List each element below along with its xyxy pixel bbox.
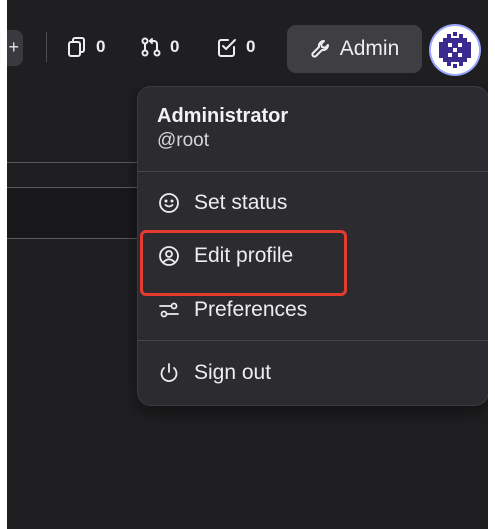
create-new-button[interactable]: + [7,30,23,66]
todos-count: 0 [246,37,256,56]
power-icon [160,363,178,382]
user-dropdown-menu: Administrator @root Set status Edit prof… [137,86,488,406]
user-display-name: Administrator [157,105,289,127]
user-username: @root [157,130,210,151]
user-circle-icon [159,246,179,266]
top-header: + 0 0 0 Admin [7,0,488,98]
menu-item-label: Set status [194,191,288,214]
menu-divider [138,340,488,341]
content-field [7,188,137,239]
issues-count: 0 [96,37,106,56]
menu-item-edit-profile[interactable]: Edit profile [138,234,488,278]
smiley-icon [159,193,179,213]
menu-item-label: Sign out [194,361,272,384]
merge-requests-counter[interactable]: 0 [140,31,179,63]
identicon-avatar [431,26,479,74]
content-divider [7,162,137,163]
user-avatar[interactable] [431,26,479,74]
wrench-icon [311,40,329,58]
merge-requests-count: 0 [170,37,180,56]
issues-counter[interactable]: 0 [66,31,105,63]
menu-divider [138,171,488,172]
header-divider [46,32,47,62]
plus-icon: + [8,37,19,57]
menu-item-set-status[interactable]: Set status [138,181,488,225]
menu-item-label: Edit profile [194,244,294,267]
issues-icon [68,37,85,57]
menu-item-preferences[interactable]: Preferences [138,288,488,332]
admin-area-button[interactable]: Admin [287,25,422,73]
user-info[interactable]: Administrator @root [157,103,288,153]
app-window: + 0 0 0 Admin Administrator @root Set st… [7,0,488,529]
merge-requests-icon [141,37,161,57]
menu-item-label: Preferences [194,298,308,321]
todos-icon [218,39,236,57]
menu-item-sign-out[interactable]: Sign out [138,351,488,395]
admin-label: Admin [339,37,400,60]
todos-counter[interactable]: 0 [216,31,255,63]
sliders-icon [159,302,179,318]
